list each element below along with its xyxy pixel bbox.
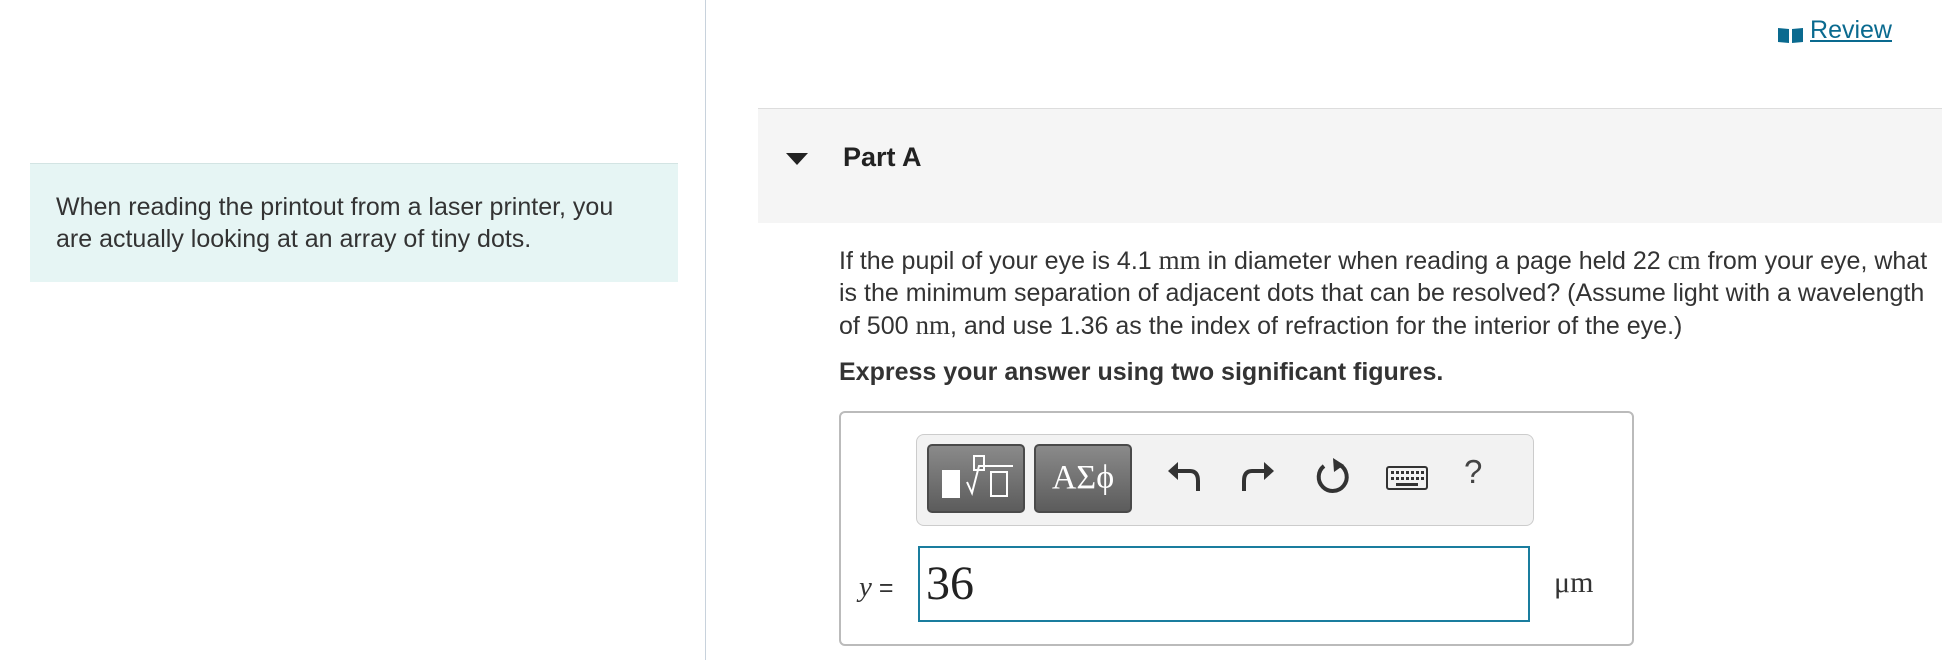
intro-text: When reading the printout from a laser p…: [56, 193, 614, 253]
part-title: Part A: [843, 142, 922, 172]
question-segment-1: If the pupil of your eye is 4.1: [839, 247, 1152, 275]
templates-icon: [942, 455, 1013, 498]
reset-icon[interactable]: [1310, 455, 1354, 499]
unit-nm: nm: [915, 310, 950, 340]
question-text: If the pupil of your eye is 4.1 mm in di…: [839, 244, 1939, 342]
greek-symbols-button[interactable]: ΑΣϕ: [1034, 444, 1132, 513]
review-link[interactable]: Review: [1777, 16, 1892, 45]
part-a-header[interactable]: Part A: [758, 108, 1942, 223]
answer-box: ΑΣϕ ? y = 36 μm: [839, 411, 1634, 646]
answer-instruction: Express your answer using two significan…: [839, 358, 1444, 386]
undo-icon[interactable]: [1162, 455, 1206, 499]
caret-down-icon[interactable]: [786, 153, 808, 165]
book-icon: [1777, 22, 1804, 43]
templates-button[interactable]: [927, 444, 1025, 513]
unit-cm: cm: [1667, 245, 1701, 275]
variable-symbol: y: [859, 571, 872, 603]
problem-intro: When reading the printout from a laser p…: [30, 163, 678, 282]
variable-label: y =: [859, 571, 893, 604]
question-segment-4: , and use 1.36 as the index of refractio…: [949, 312, 1683, 340]
unit-label: μm: [1554, 566, 1594, 599]
unit-mm: mm: [1158, 245, 1201, 275]
math-toolbar: ΑΣϕ ?: [916, 434, 1534, 526]
column-divider: [705, 0, 706, 660]
help-icon[interactable]: ?: [1464, 453, 1482, 491]
keyboard-icon[interactable]: [1384, 455, 1430, 499]
answer-input[interactable]: 36: [918, 546, 1530, 622]
greek-symbols-icon: ΑΣϕ: [1051, 459, 1115, 496]
question-segment-2: in diameter when reading a page held 22: [1207, 247, 1661, 275]
redo-icon[interactable]: [1236, 455, 1280, 499]
review-label[interactable]: Review: [1810, 16, 1892, 45]
equals-sign: =: [878, 574, 894, 602]
